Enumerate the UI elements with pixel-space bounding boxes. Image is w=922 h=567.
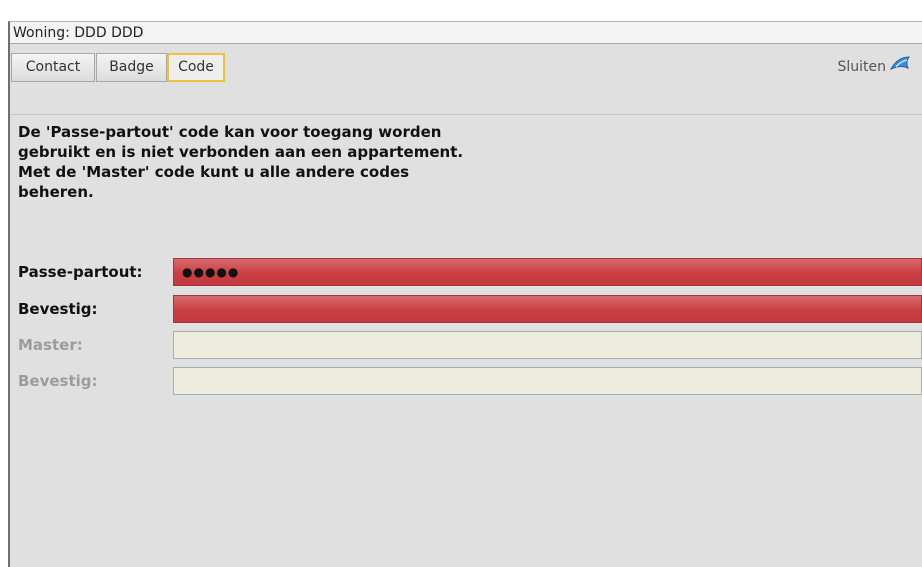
bevestig-passe-partout-label: Bevestig: (18, 300, 98, 318)
description-line-passe-partout: De 'Passe-partout' code kan voor toegang… (18, 123, 464, 161)
master-label: Master: (18, 336, 83, 354)
passe-partout-row: Passe-partout: ●●●●● (10, 256, 922, 288)
passe-partout-label: Passe-partout: (18, 263, 143, 281)
passe-partout-value: ●●●●● (182, 265, 240, 279)
master-input (173, 331, 922, 359)
bevestig-passe-partout-input[interactable] (173, 295, 922, 323)
tab-badge[interactable]: Badge (96, 53, 167, 82)
tab-contact[interactable]: Contact (11, 53, 95, 82)
bevestig-master-row: Bevestig: (10, 365, 922, 397)
tab-bar: Contact Badge Code Sluiten (10, 44, 922, 115)
window-title: Woning: DDD DDD (10, 22, 922, 44)
description-line-master: Met de 'Master' code kunt u alle andere … (18, 163, 410, 201)
bevestig-master-input (173, 367, 922, 395)
tab-divider (10, 114, 922, 115)
master-row: Master: (10, 329, 922, 361)
close-button[interactable]: Sluiten (837, 53, 912, 82)
passe-partout-input[interactable]: ●●●●● (173, 258, 922, 286)
shark-fin-icon (889, 53, 912, 82)
description-text: De 'Passe-partout' code kan voor toegang… (18, 122, 468, 202)
bevestig-passe-partout-row: Bevestig: (10, 293, 922, 325)
tab-code[interactable]: Code (167, 53, 225, 82)
code-window: Woning: DDD DDD Contact Badge Code Sluit… (8, 21, 922, 567)
bevestig-master-label: Bevestig: (18, 372, 98, 390)
close-label: Sluiten (837, 59, 886, 75)
